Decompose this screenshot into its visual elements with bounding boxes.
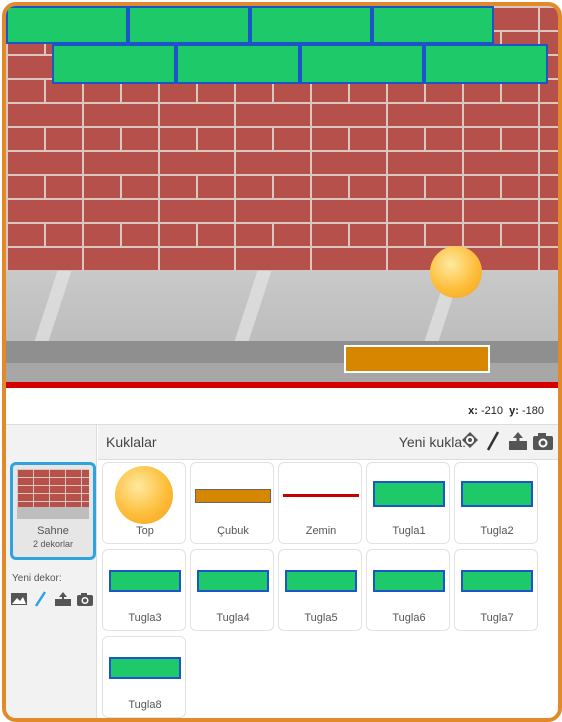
- stage-thumbnail[interactable]: Sahne 2 dekorlar: [10, 462, 96, 560]
- brick-thumbnail: [461, 570, 533, 592]
- x-label: x:: [468, 405, 478, 417]
- backdrop-count: 2 dekorlar: [32, 539, 74, 549]
- scratch-window: x: -210 y: -180 Sahne 2 dekorlar Yeni de…: [2, 2, 562, 722]
- stage[interactable]: [6, 6, 558, 388]
- upload-icon[interactable]: [54, 591, 72, 607]
- stage-thumbnail-image: [17, 469, 89, 519]
- stage-ball[interactable]: [430, 246, 482, 298]
- sprite-name: Tugla4: [216, 612, 250, 624]
- mouse-coordinates: x: -210 y: -180: [6, 396, 558, 424]
- stage-paddle[interactable]: [344, 345, 490, 373]
- sprites-title: Kuklalar: [106, 434, 157, 450]
- y-label: y:: [509, 405, 519, 417]
- ball-thumbnail: [115, 466, 173, 524]
- stage-brick[interactable]: [424, 44, 548, 84]
- brick-thumbnail: [109, 657, 181, 679]
- sprite-name: Çubuk: [217, 525, 249, 537]
- camera-icon[interactable]: [532, 431, 553, 450]
- sprite-name: Tugla5: [304, 612, 338, 624]
- camera-icon[interactable]: [76, 591, 94, 607]
- new-sprite-label: Yeni kukla:: [398, 434, 466, 450]
- stage-brick[interactable]: [372, 6, 494, 44]
- sprite-tile-tugla4[interactable]: Tugla4: [190, 549, 274, 631]
- sprite-name: Top: [136, 525, 154, 537]
- y-value: -180: [521, 405, 544, 417]
- sprite-tile-tugla5[interactable]: Tugla5: [278, 549, 362, 631]
- sprite-name: Tugla3: [128, 612, 162, 624]
- sprite-tile-tugla2[interactable]: Tugla2: [454, 462, 538, 544]
- brick-thumbnail: [373, 481, 445, 507]
- paddle-thumbnail: [195, 489, 271, 503]
- sprite-tile-cubuk[interactable]: Çubuk: [190, 462, 274, 544]
- paint-icon[interactable]: [32, 591, 50, 607]
- stage-brick[interactable]: [52, 44, 176, 84]
- sprite-tile-tugla7[interactable]: Tugla7: [454, 549, 538, 631]
- upload-icon[interactable]: [508, 431, 527, 450]
- stage-column: Sahne 2 dekorlar Yeni dekor:: [6, 425, 97, 718]
- stage-brick[interactable]: [176, 44, 300, 84]
- sprite-library-icon[interactable]: [460, 431, 478, 448]
- stage-brick[interactable]: [6, 6, 128, 44]
- brick-thumbnail: [285, 570, 357, 592]
- x-value: -210: [480, 405, 503, 417]
- sprite-name: Tugla1: [392, 525, 426, 537]
- sprite-tile-tugla6[interactable]: Tugla6: [366, 549, 450, 631]
- sprite-name: Tugla7: [480, 612, 514, 624]
- stage-brick[interactable]: [250, 6, 372, 44]
- sprite-panel: Sahne 2 dekorlar Yeni dekor: Kuklalar Ye…: [6, 424, 558, 718]
- sprites-header: Kuklalar Yeni kukla:: [98, 425, 558, 460]
- stage-brick[interactable]: [128, 6, 250, 44]
- stage-floor-line[interactable]: [6, 382, 558, 388]
- sprite-tile-tugla3[interactable]: Tugla3: [102, 549, 186, 631]
- sprite-name: Zemin: [305, 525, 337, 537]
- paint-icon[interactable]: [484, 431, 502, 451]
- sprite-name: Tugla2: [480, 525, 514, 537]
- brick-thumbnail: [373, 570, 445, 592]
- sprite-tile-tugla8[interactable]: Tugla8: [102, 636, 186, 718]
- brick-thumbnail: [461, 481, 533, 507]
- image-icon[interactable]: [10, 591, 28, 607]
- brick-thumbnail: [197, 570, 269, 592]
- sprite-tile-tugla1[interactable]: Tugla1: [366, 462, 450, 544]
- sprite-tile-top[interactable]: Top: [102, 462, 186, 544]
- sprite-tile-zemin[interactable]: Zemin: [278, 462, 362, 544]
- stage-name: Sahne: [37, 525, 69, 537]
- sprite-name: Tugla8: [128, 699, 162, 711]
- stage-brick[interactable]: [300, 44, 424, 84]
- sprite-name: Tugla6: [392, 612, 426, 624]
- line-thumbnail: [283, 494, 359, 497]
- brick-thumbnail: [109, 570, 181, 592]
- new-backdrop-label: Yeni dekor:: [12, 573, 62, 584]
